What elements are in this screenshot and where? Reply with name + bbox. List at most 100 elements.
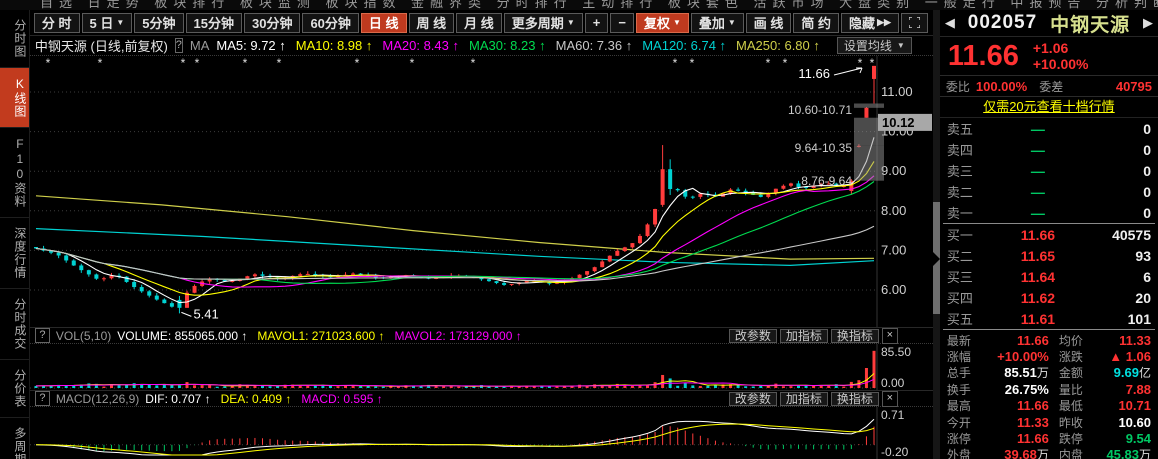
next-stock-icon[interactable]: ▶ [1143,15,1153,31]
volume-chart[interactable]: 85.500.00 [30,344,933,390]
svg-text:0.00: 0.00 [881,376,905,390]
weibi-row: 委比 100.00% 委差 40795 [940,75,1158,97]
main-row: 分时图K线图F10资料深度行情分时成交分价表多周期 分 时5 日▼5分钟15分钟… [0,10,1158,459]
stat-row: 涨幅+10.00%涨跌▲ 1.06 [947,348,1151,364]
svg-text:*: * [766,56,771,70]
indicator-value: VOLUME: 855065.000 ↑ [117,329,247,343]
unit-suffix: 万 [1139,448,1151,459]
weicha-value: 40795 [1116,79,1152,94]
volume-values: VOLUME: 855065.000 ↑MAVOL1: 271023.600 ↑… [117,329,531,343]
panel-splitter[interactable] [933,10,940,459]
help-icon[interactable]: ? [35,328,50,343]
period-30min[interactable]: 30分钟 [244,13,300,33]
chevron-down-icon: ▼ [897,41,905,50]
period-15min[interactable]: 15分钟 [186,13,242,33]
svg-text:0.71: 0.71 [881,408,905,422]
svg-text:*: * [46,56,51,70]
level-volume: 6 [1089,269,1151,285]
draw-line-button[interactable]: 画 线 [746,13,792,33]
price-change: +1.06 +10.00% [1033,40,1089,72]
quote-level-row[interactable]: 卖一—0 [940,202,1158,223]
level-label: 卖五 [947,119,987,138]
sidebar-tab-item[interactable]: F10资料 [0,128,29,218]
svg-text:8.76-9.64: 8.76-9.64 [801,174,852,188]
level-label: 买五 [947,309,987,328]
change-params-button[interactable]: 改参数 [729,392,777,406]
stat-value: 9.54 [1095,431,1151,446]
unit-suffix: 万 [1037,448,1049,459]
level-price: — [987,184,1089,200]
fullscreen-icon [909,17,920,28]
period-5min[interactable]: 5分钟 [134,13,183,33]
quote-level-row[interactable]: 买三11.646 [940,266,1158,287]
svg-text:*: * [690,56,695,70]
quote-level-row[interactable]: 买四11.6220 [940,287,1158,308]
quote-level-row[interactable]: 买二11.6593 [940,245,1158,266]
quote-level-row[interactable]: 买一11.6640575 [940,224,1158,245]
stat-label: 换手 [947,381,983,398]
period-5day[interactable]: 5 日▼ [82,13,133,33]
period-intraday[interactable]: 分 时 [34,13,80,33]
close-icon[interactable]: × [882,391,898,407]
quote-level-row[interactable]: 卖二—0 [940,181,1158,202]
add-indicator-button[interactable]: 加指标 [780,329,828,343]
simple-mode-button[interactable]: 简 约 [793,13,839,33]
period-weekly[interactable]: 周 线 [409,13,455,33]
help-icon[interactable]: ? [175,38,183,53]
sidebar-tab-item[interactable]: 分价表 [0,360,29,418]
sidebar-tab-active[interactable]: K线图 [0,68,29,128]
svg-text:10.60-10.71: 10.60-10.71 [788,103,852,117]
stat-label: 最高 [947,397,983,414]
ma-prefix: MA [190,38,210,53]
level-price: — [987,142,1089,158]
ask-queue: 卖五—0卖四—0卖三—0卖二—0卖一—0 [940,118,1158,223]
period-daily[interactable]: 日 线 [361,13,407,33]
ma-settings-button[interactable]: 设置均线▼ [837,37,912,54]
switch-indicator-button[interactable]: 换指标 [831,329,879,343]
sidebar-tab-item[interactable]: 深度行情 [0,218,29,289]
quote-level-row[interactable]: 卖四—0 [940,139,1158,160]
more-periods[interactable]: 更多周期▼ [504,13,583,33]
top-menu-clipped[interactable]: 自选 日走势 板块排行 板块监测 板块指数 金融界类 分时排行 主动排行 板块套… [0,0,1158,10]
indicator-value: DIF: 0.707 ↑ [145,392,210,406]
stat-label: 跌停 [1059,430,1095,447]
quote-level-row[interactable]: 卖五—0 [940,118,1158,139]
candlestick-chart[interactable]: 11.0010.009.008.007.006.0010.60-10.719.6… [30,56,933,327]
quote-level-row[interactable]: 买五11.61101 [940,308,1158,329]
zoom-in-button[interactable]: + [585,13,609,33]
level-price: 11.61 [987,311,1089,327]
level-volume: 40575 [1089,227,1151,243]
period-monthly[interactable]: 月 线 [456,13,502,33]
period-60min[interactable]: 60分钟 [302,13,358,33]
change-value: +1.06 [1033,40,1089,56]
fullscreen-button[interactable] [901,13,928,33]
svg-text:*: * [410,56,415,70]
hide-button[interactable]: 隐藏▶▶ [841,13,899,33]
collapse-arrow-icon[interactable] [933,252,940,266]
stat-label: 金额 [1059,364,1095,381]
price-adjust-button[interactable]: 复权▼ [636,13,689,33]
stat-row: 最高11.66最低10.71 [947,398,1151,414]
stat-value: 85.51万 [983,364,1049,381]
level10-promo-link[interactable]: 仅需20元查看十档行情 [983,99,1114,114]
quote-level-row[interactable]: 卖三—0 [940,160,1158,181]
last-price: 11.66 [948,40,1019,73]
sidebar-tab-item[interactable]: 分时成交 [0,289,29,360]
sidebar-tab-item[interactable]: 多周期 [0,418,29,459]
switch-indicator-button[interactable]: 换指标 [831,392,879,406]
sidebar-tab-item[interactable]: 分时图 [0,10,29,68]
zoom-out-button[interactable]: − [610,13,634,33]
close-icon[interactable]: × [882,328,898,344]
chevron-down-icon: ▼ [673,18,681,27]
macd-chart[interactable]: 0.71-0.20 [30,407,933,459]
overlay-button[interactable]: 叠加▼ [691,13,744,33]
help-icon[interactable]: ? [35,391,50,406]
change-params-button[interactable]: 改参数 [729,329,777,343]
add-indicator-button[interactable]: 加指标 [780,392,828,406]
svg-text:9.00: 9.00 [881,163,906,178]
stat-value: ▲ 1.06 [1095,349,1151,364]
stat-value: 26.75% [983,382,1049,397]
prev-stock-icon[interactable]: ◀ [945,15,955,31]
level-label: 买四 [947,288,987,307]
stock-name: 中钢天源 [1050,10,1130,37]
